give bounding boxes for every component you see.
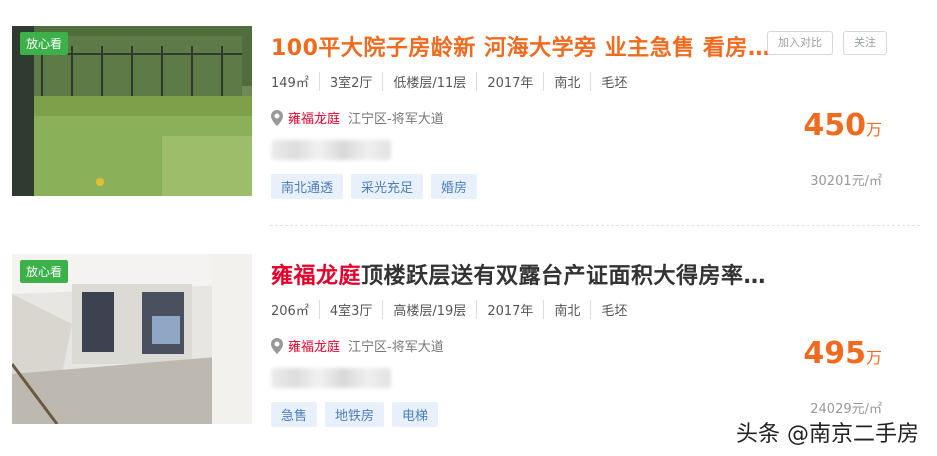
trust-badge: 放心看: [20, 32, 69, 55]
location-pin-icon: [271, 337, 283, 354]
spec-layout: 4室3厅: [318, 300, 383, 319]
spec-orientation: 南北: [543, 300, 590, 319]
title-highlight: 雍福龙庭: [271, 264, 362, 289]
listing-tags: 急售 地铁房 电梯: [271, 402, 446, 427]
listing-photo[interactable]: 放心看: [12, 26, 252, 196]
listing-title[interactable]: 100平大院子房龄新 河海大学旁 业主急售 看房方…: [271, 30, 771, 62]
unit-price: 30201元/㎡: [810, 174, 882, 189]
tag: 采光充足: [351, 174, 424, 199]
spec-floor: 低楼层/11层: [382, 72, 476, 91]
spec-layout: 3室2厅: [318, 72, 383, 91]
district-link[interactable]: 江宁区-将军大道: [348, 336, 444, 355]
tag: 地铁房: [325, 402, 385, 427]
location-pin-icon: [271, 109, 283, 126]
blurred-info: [271, 140, 391, 160]
total-price: 450万: [803, 108, 882, 143]
blurred-info: [271, 368, 391, 388]
listing-location: 雍福龙庭 江宁区-将军大道: [271, 336, 444, 355]
tag: 急售: [271, 402, 318, 427]
listing-card[interactable]: 放心看 雍福龙庭顶楼跃层送有双露台产证面积大得房率高… 206㎡ 4室3厅 高楼…: [0, 228, 937, 428]
listing-photo[interactable]: 放心看: [12, 254, 252, 424]
district-link[interactable]: 江宁区-将军大道: [348, 108, 444, 127]
spec-orientation: 南北: [543, 72, 590, 91]
unit-price: 24029元/㎡: [810, 402, 882, 417]
tag: 南北通透: [271, 174, 344, 199]
listing-tags: 南北通透 采光充足 婚房: [271, 174, 485, 199]
divider: [270, 225, 920, 226]
spec-area: 206㎡: [271, 304, 309, 319]
community-link[interactable]: 雍福龙庭: [288, 336, 340, 355]
listing-card[interactable]: 放心看 100平大院子房龄新 河海大学旁 业主急售 看房方… 加入对比 关注 1…: [0, 0, 937, 226]
add-compare-button[interactable]: 加入对比: [767, 31, 833, 55]
spec-area: 149㎡: [271, 76, 309, 91]
tag: 电梯: [392, 402, 439, 427]
spec-year: 2017年: [476, 300, 543, 319]
spec-floor: 高楼层/19层: [382, 300, 476, 319]
price-value: 495: [803, 336, 866, 371]
spec-decoration: 毛坯: [590, 300, 637, 319]
community-link[interactable]: 雍福龙庭: [288, 108, 340, 127]
price-value: 450: [803, 108, 866, 143]
listing-specs: 206㎡ 4室3厅 高楼层/19层 2017年 南北 毛坯: [271, 300, 637, 319]
follow-button[interactable]: 关注: [843, 31, 887, 55]
trust-badge: 放心看: [20, 260, 69, 283]
total-price: 495万: [803, 336, 882, 371]
listing-specs: 149㎡ 3室2厅 低楼层/11层 2017年 南北 毛坯: [271, 72, 637, 91]
listing-title[interactable]: 雍福龙庭顶楼跃层送有双露台产证面积大得房率高…: [271, 258, 771, 290]
spec-year: 2017年: [476, 72, 543, 91]
price-unit: 万: [865, 348, 882, 367]
spec-decoration: 毛坯: [590, 72, 637, 91]
price-unit: 万: [865, 120, 882, 139]
title-rest: 顶楼跃层送有双露台产证面积大得房率高…: [361, 264, 771, 289]
tag: 婚房: [431, 174, 478, 199]
listing-location: 雍福龙庭 江宁区-将军大道: [271, 108, 444, 127]
watermark: 头条 @南京二手房: [736, 422, 919, 447]
